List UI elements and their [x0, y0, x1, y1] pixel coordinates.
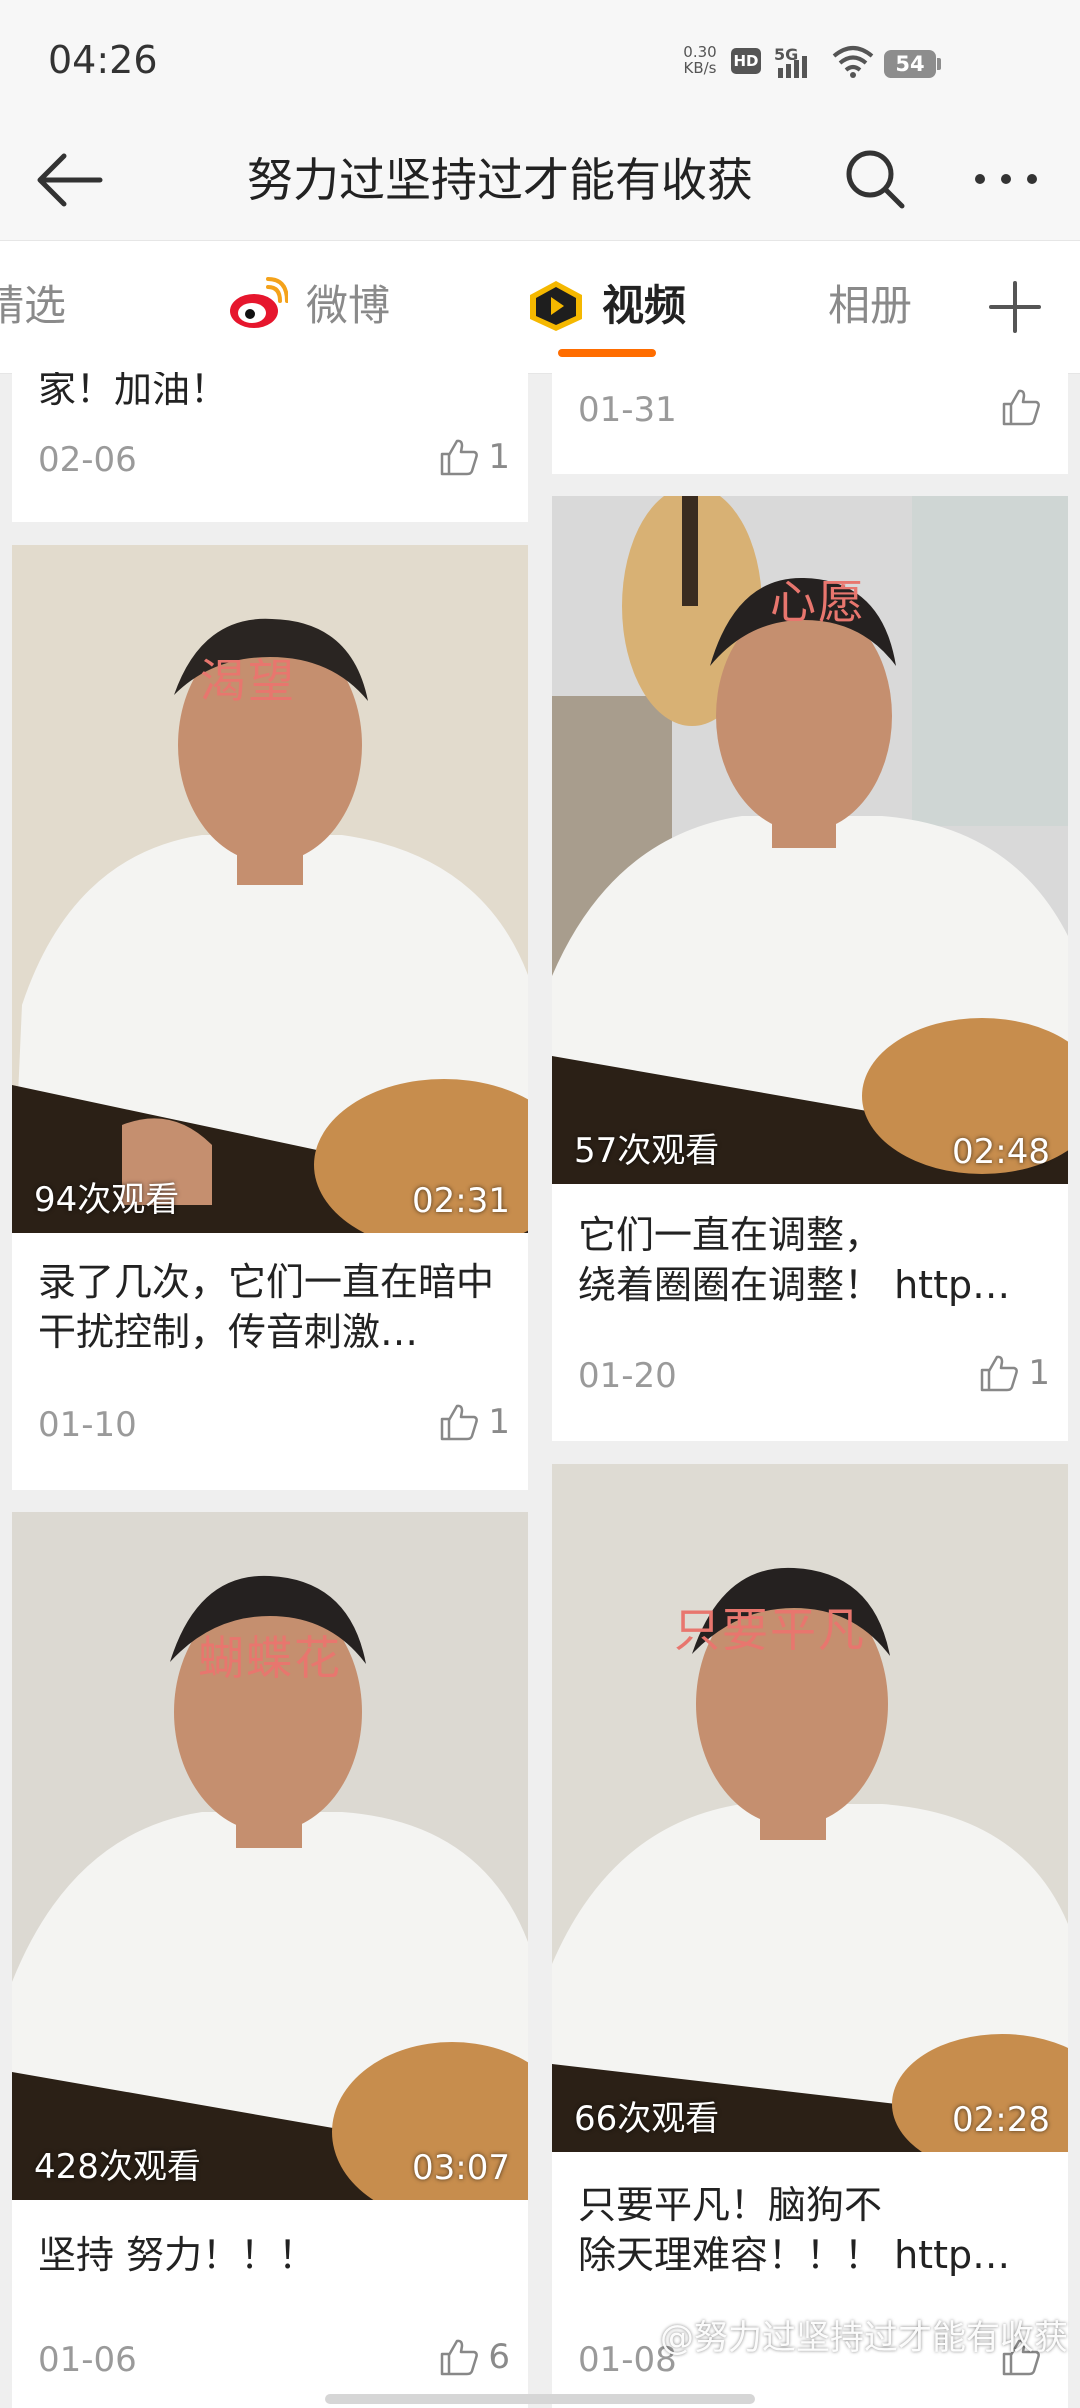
like-count: 1: [488, 437, 510, 477]
like-button[interactable]: 6: [438, 2336, 510, 2378]
battery-icon: 54: [884, 50, 936, 78]
battery-tip: [937, 58, 941, 70]
video-card[interactable]: 只要平凡 66次观看 02:28 只要平凡！脑狗不 除天理难容！！！ http……: [552, 1464, 1068, 2408]
search-icon[interactable]: [842, 146, 908, 212]
video-date: 01-10: [38, 1405, 137, 1445]
thumbs-up-icon: [441, 2339, 479, 2376]
video-description: 录了几次，它们一直在暗中干扰控制，传音刺激…: [38, 1260, 495, 1354]
nav-bar: 努力过坚持过才能有收获: [0, 120, 1080, 240]
more-icon[interactable]: [966, 146, 1046, 212]
weibo-icon: [230, 277, 288, 328]
plus-icon[interactable]: [985, 277, 1045, 337]
view-count: 57次观看: [574, 1131, 720, 1171]
thumbs-up-icon: [981, 1355, 1019, 1392]
video-description: 坚持 努力！！！: [38, 2233, 317, 2277]
video-card[interactable]: 家！加油！ 02-06 1: [12, 372, 528, 522]
video-description: 它们一直在调整， 绕着圈圈在调整！ http…: [578, 1213, 1011, 1307]
video-overlay-title: 只要平凡: [674, 1603, 866, 1657]
watermark: @努力过坚持过才能有收获: [660, 2318, 1068, 2358]
view-count: 428次观看: [34, 2147, 201, 2187]
home-indicator[interactable]: [325, 2394, 755, 2404]
view-count: 94次观看: [34, 1180, 180, 1220]
video-thumbnail[interactable]: 只要平凡 66次观看 02:28: [552, 1464, 1068, 2152]
video-thumbnail[interactable]: 渴望 94次观看 02:31: [12, 545, 528, 1233]
tab-featured[interactable]: 精选: [0, 281, 66, 331]
like-button[interactable]: 1: [438, 1401, 510, 1443]
video-icon: [530, 281, 582, 331]
thumbs-up-icon: [1002, 389, 1040, 426]
tab-album[interactable]: 相册: [828, 281, 912, 331]
video-thumbnail[interactable]: 蝴蝶花 428次观看 03:07: [12, 1512, 528, 2200]
video-thumbnail[interactable]: 心愿 57次观看 02:48: [552, 496, 1068, 1184]
thumbs-up-icon: [441, 1404, 479, 1441]
video-overlay-title: 蝴蝶花: [198, 1631, 342, 1685]
tab-weibo[interactable]: 微博: [306, 281, 390, 331]
like-button[interactable]: [1000, 386, 1050, 428]
hd-icon: HD: [731, 48, 761, 74]
video-card[interactable]: 心愿 57次观看 02:48 它们一直在调整， 绕着圈圈在调整！ http… 0…: [552, 496, 1068, 1441]
video-date: 02-06: [38, 440, 137, 480]
video-card[interactable]: 01-31: [552, 372, 1068, 474]
video-overlay-title: 心愿: [770, 575, 866, 629]
network-speed-unit: KB/s: [683, 59, 717, 77]
arrow-left-icon[interactable]: [30, 148, 110, 212]
tab-bar: 精选 微博 视频 相册: [0, 240, 1080, 374]
tab-video[interactable]: 视频: [602, 281, 686, 331]
like-count: 1: [1028, 1353, 1050, 1393]
video-duration: 02:48: [952, 1132, 1050, 1172]
wifi-icon: [832, 46, 874, 78]
video-date: 01-31: [578, 390, 677, 430]
status-time: 04:26: [48, 38, 158, 82]
network-speed-value: 0.30: [683, 43, 717, 61]
thumbs-up-icon: [441, 439, 479, 476]
view-count: 66次观看: [574, 2099, 720, 2139]
like-button[interactable]: 1: [438, 436, 510, 478]
video-date: 01-20: [578, 1356, 677, 1396]
video-date: 01-06: [38, 2340, 137, 2380]
like-count: 1: [488, 1402, 510, 1442]
video-description: 家！加油！: [38, 372, 229, 411]
video-duration: 02:31: [412, 1181, 510, 1221]
page-title: 努力过坚持过才能有收获: [247, 153, 753, 207]
video-card[interactable]: 渴望 94次观看 02:31 录了几次，它们一直在暗中干扰控制，传音刺激… 01…: [12, 545, 528, 1490]
video-duration: 02:28: [952, 2100, 1050, 2140]
status-bar: 04:26 0.30 KB/s HD 5G 54: [0, 0, 1080, 120]
like-count: 6: [488, 2337, 510, 2377]
video-card[interactable]: 蝴蝶花 428次观看 03:07 坚持 努力！！！ 01-06 6: [12, 1512, 528, 2408]
video-duration: 03:07: [412, 2148, 510, 2188]
video-description: 只要平凡！脑狗不 除天理难容！！！ http…: [578, 2183, 1011, 2277]
video-overlay-title: 渴望: [200, 654, 296, 708]
like-button[interactable]: 1: [978, 1352, 1050, 1394]
network-speed: 0.30 KB/s: [678, 44, 722, 76]
tab-active-indicator: [558, 349, 656, 357]
